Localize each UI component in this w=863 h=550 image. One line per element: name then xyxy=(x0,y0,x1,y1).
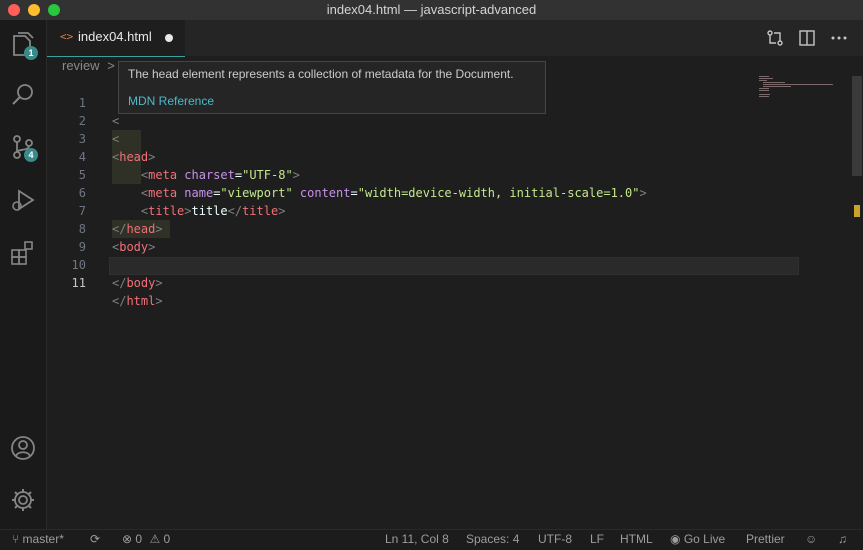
explorer-icon[interactable]: 1 xyxy=(8,30,38,60)
indentation[interactable]: Spaces: 4 xyxy=(466,532,519,546)
scrollbar-cursor-marker xyxy=(854,205,860,217)
prettier-button[interactable]: Prettier xyxy=(746,532,785,546)
error-icon: ⊗ xyxy=(122,532,133,546)
hover-tooltip: The head element represents a collection… xyxy=(118,61,546,114)
compare-changes-icon[interactable] xyxy=(765,28,785,48)
status-bar: ⑂ master* ⟳ ⊗ 0 ⚠ 0 Ln 11, Col 8 Spaces:… xyxy=(0,529,863,550)
breadcrumb: review > xyxy=(62,58,115,73)
language-mode[interactable]: HTML xyxy=(620,532,653,546)
breadcrumb-separator: > xyxy=(107,58,115,73)
unsaved-dot-icon[interactable] xyxy=(165,34,173,42)
window-title: index04.html — javascript-advanced xyxy=(326,2,537,17)
run-debug-icon[interactable] xyxy=(8,185,38,215)
code-line: 4 <meta charset="UTF-8"> xyxy=(78,150,300,182)
go-live-button[interactable]: ◉ Go Live xyxy=(670,532,725,546)
mdn-reference-link[interactable]: MDN Reference xyxy=(128,94,214,108)
line-ending[interactable]: LF xyxy=(590,532,604,546)
explorer-badge: 1 xyxy=(24,46,38,60)
code-line: 10 </body> xyxy=(71,258,163,290)
problems-indicator[interactable]: ⊗ 0 ⚠ 0 xyxy=(122,532,170,546)
tab-index04-html[interactable]: <> index04.html xyxy=(47,20,185,57)
source-control-badge: 4 xyxy=(24,148,38,162)
code-line: 11 </html> xyxy=(71,276,163,308)
editor-actions xyxy=(765,28,849,48)
encoding[interactable]: UTF-8 xyxy=(538,532,572,546)
minimap[interactable] xyxy=(757,76,851,106)
code-line: 7 </head> xyxy=(78,204,163,236)
hover-description: The head element represents a collection… xyxy=(128,67,514,81)
tab-label: index04.html xyxy=(78,29,152,44)
extensions-icon[interactable] xyxy=(8,238,38,268)
code-line: 6 <title>title</title> xyxy=(78,186,286,218)
gear-icon[interactable] xyxy=(8,485,38,515)
warning-icon: ⚠ xyxy=(149,532,161,546)
split-editor-icon[interactable] xyxy=(797,28,817,48)
code-brackets-icon: <> xyxy=(60,30,74,43)
tab-bar: <> index04.html xyxy=(47,20,863,57)
code-line: 5 <meta name="viewport" content="width=d… xyxy=(78,168,647,200)
breadcrumb-folder[interactable]: review xyxy=(62,58,100,73)
code-line: 3 <head> xyxy=(78,132,156,164)
code-line: 8 <body> xyxy=(78,222,156,254)
title-bar: index04.html — javascript-advanced xyxy=(0,0,863,20)
source-control-icon[interactable]: 4 xyxy=(8,132,38,162)
branch-indicator[interactable]: ⑂ master* xyxy=(12,532,64,546)
feedback-icon[interactable]: ☺ xyxy=(805,532,817,546)
account-icon[interactable] xyxy=(8,433,38,463)
activity-bar: 1 4 xyxy=(0,20,47,529)
scrollbar-thumb[interactable] xyxy=(852,76,862,176)
search-icon[interactable] xyxy=(8,80,38,110)
bell-icon[interactable]: ♫ xyxy=(838,532,847,546)
code-line: 9 xyxy=(78,240,86,254)
code-editor[interactable]: 1 < 2 < 3 <head> 4 <meta charset="UTF-8"… xyxy=(47,76,799,526)
git-branch-icon: ⑂ xyxy=(12,532,20,546)
more-actions-icon[interactable] xyxy=(829,28,849,48)
cursor-position[interactable]: Ln 11, Col 8 xyxy=(385,532,449,546)
broadcast-icon: ◉ xyxy=(670,532,681,546)
sync-icon[interactable]: ⟳ xyxy=(90,532,100,546)
